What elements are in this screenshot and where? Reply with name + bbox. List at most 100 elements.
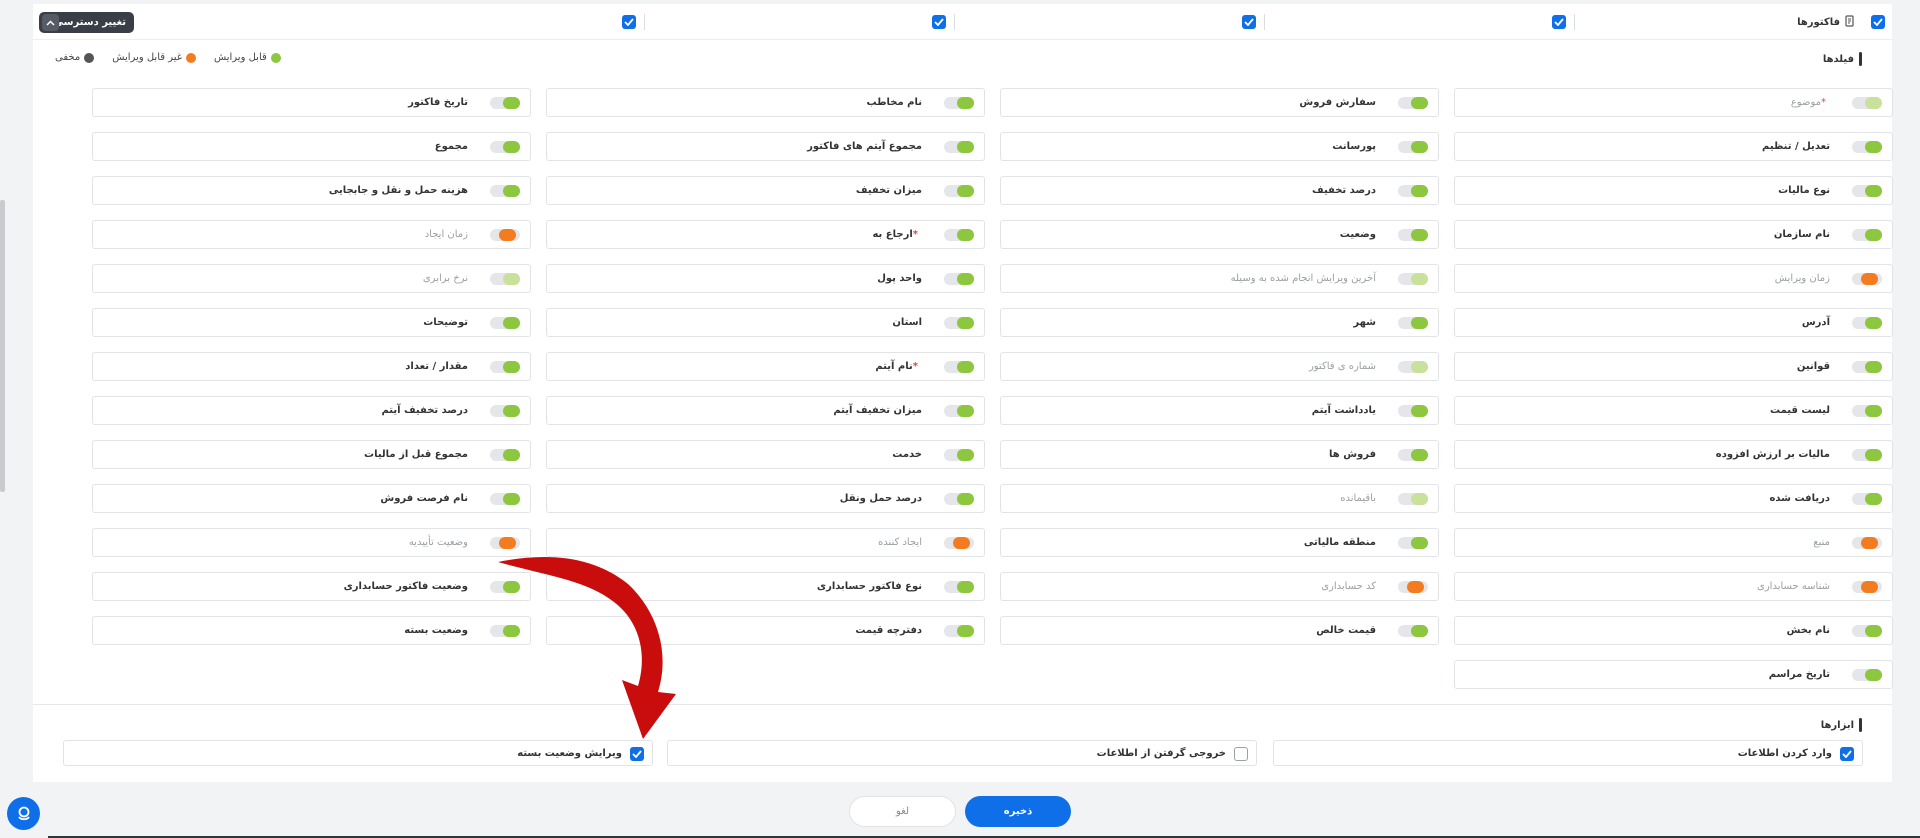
module-title: فاکتورها (1797, 17, 1840, 28)
field-permission-toggle[interactable] (1398, 537, 1428, 549)
permission-checkbox-2[interactable] (932, 15, 946, 29)
field-permission-toggle[interactable] (1852, 493, 1882, 505)
field-permission-toggle[interactable] (944, 361, 974, 373)
permission-checkbox-3[interactable] (1242, 15, 1256, 29)
tool-checkbox[interactable] (1840, 747, 1854, 761)
save-button[interactable]: ذخیره (965, 796, 1071, 827)
field-permission-toggle[interactable] (944, 405, 974, 417)
field-permission-toggle[interactable] (1398, 361, 1428, 373)
field-permission-toggle[interactable] (1852, 581, 1882, 593)
field-permission-toggle[interactable] (1852, 141, 1882, 153)
field-permission-toggle[interactable] (944, 185, 974, 197)
permission-checkbox-4[interactable] (1552, 15, 1566, 29)
field-permission-toggle[interactable] (1852, 273, 1882, 285)
field-label: آدرس (1802, 317, 1830, 328)
field-label-text: مقدار / تعداد (405, 361, 468, 372)
field-permission-toggle[interactable] (1852, 317, 1882, 329)
field-permission-item: نام سازمان (1454, 220, 1893, 249)
field-permission-item: وضعیت تأییدیه (92, 528, 531, 557)
tool-checkbox[interactable] (1234, 747, 1248, 761)
chevron-up-icon[interactable] (42, 14, 59, 31)
field-permission-toggle[interactable] (1852, 669, 1882, 681)
field-label: نوع مالیات (1778, 185, 1830, 196)
field-permission-toggle[interactable] (1852, 625, 1882, 637)
field-permission-toggle[interactable] (490, 493, 520, 505)
field-permission-toggle[interactable] (1398, 625, 1428, 637)
field-label: نام سازمان (1774, 229, 1830, 240)
field-permission-toggle[interactable] (1852, 449, 1882, 461)
field-permission-toggle[interactable] (944, 317, 974, 329)
field-label: سفارش فروش (1299, 97, 1376, 108)
field-label: موضوع* (1791, 97, 1830, 108)
field-permission-item: قوانین (1454, 352, 1893, 381)
change-access-button[interactable]: تغییر دسترسی (39, 12, 134, 33)
field-permission-toggle[interactable] (1398, 317, 1428, 329)
field-permission-toggle[interactable] (944, 493, 974, 505)
field-label-text: واحد پول (877, 273, 922, 284)
field-permission-item: نرخ برابری (92, 264, 531, 293)
toggle-knob (1865, 229, 1882, 241)
toggle-knob (1865, 449, 1882, 461)
cancel-button[interactable]: لغو (849, 796, 956, 827)
toggle-knob (1865, 141, 1882, 153)
tool-checkbox[interactable] (630, 747, 644, 761)
field-label-text: نام بخش (1786, 625, 1830, 636)
field-permission-toggle[interactable] (1852, 97, 1882, 109)
field-permission-item: آدرس (1454, 308, 1893, 337)
field-permission-toggle[interactable] (1852, 361, 1882, 373)
tool-permission-item[interactable]: خروجی گرفتن از اطلاعات (667, 740, 1257, 766)
field-permission-toggle[interactable] (1398, 405, 1428, 417)
field-permission-toggle[interactable] (490, 185, 520, 197)
field-permission-toggle[interactable] (1398, 273, 1428, 285)
field-permission-toggle[interactable] (490, 449, 520, 461)
field-permission-item: نوع مالیات (1454, 176, 1893, 205)
field-label: تعدیل / تنظیم (1762, 141, 1830, 152)
field-permission-toggle[interactable] (1398, 141, 1428, 153)
field-permission-toggle[interactable] (1852, 185, 1882, 197)
field-label-text: منبع (1813, 537, 1830, 548)
toggle-knob (1865, 361, 1882, 373)
field-permission-toggle[interactable] (490, 317, 520, 329)
field-permission-toggle[interactable] (944, 229, 974, 241)
field-permission-toggle[interactable] (1398, 185, 1428, 197)
field-permission-toggle[interactable] (490, 141, 520, 153)
field-label-text: شهر (1353, 317, 1376, 328)
toggle-knob (957, 625, 974, 637)
field-permission-toggle[interactable] (1398, 97, 1428, 109)
field-permission-toggle[interactable] (490, 97, 520, 109)
field-permission-toggle[interactable] (490, 273, 520, 285)
field-permission-toggle[interactable] (944, 97, 974, 109)
field-permission-toggle[interactable] (944, 273, 974, 285)
field-permission-item: مجموع (92, 132, 531, 161)
field-permission-toggle[interactable] (944, 625, 974, 637)
permission-checkbox-1[interactable] (622, 15, 636, 29)
field-permission-toggle[interactable] (944, 449, 974, 461)
legend-label: مخفی (55, 52, 81, 63)
field-permission-toggle[interactable] (490, 361, 520, 373)
field-permission-toggle[interactable] (490, 405, 520, 417)
field-permission-item: ارجاع به* (546, 220, 985, 249)
required-marker: * (912, 361, 918, 372)
field-permission-toggle[interactable] (1398, 493, 1428, 505)
field-permission-toggle[interactable] (490, 229, 520, 241)
field-permission-item: تاریخ مراسم (1454, 660, 1893, 689)
header-divider (644, 14, 645, 30)
module-select-all-checkbox[interactable] (1871, 15, 1885, 29)
field-permission-toggle[interactable] (1398, 229, 1428, 241)
field-permission-toggle[interactable] (1852, 229, 1882, 241)
toggle-knob (1411, 493, 1428, 505)
field-permission-toggle[interactable] (944, 141, 974, 153)
field-permission-toggle[interactable] (944, 581, 974, 593)
field-label: قیمت خالص (1316, 625, 1376, 636)
field-label: خدمت (892, 449, 922, 460)
field-label-text: لیست قیمت (1770, 405, 1830, 416)
support-chat-button[interactable] (7, 797, 40, 830)
toggle-knob (1411, 185, 1428, 197)
tool-permission-item[interactable]: وارد کردن اطلاعات (1273, 740, 1863, 766)
field-permission-toggle[interactable] (1852, 405, 1882, 417)
page-scrollbar[interactable] (0, 200, 5, 492)
field-permission-toggle[interactable] (1398, 449, 1428, 461)
field-permission-toggle[interactable] (1398, 581, 1428, 593)
field-permission-toggle[interactable] (1852, 537, 1882, 549)
field-permission-toggle[interactable] (944, 537, 974, 549)
